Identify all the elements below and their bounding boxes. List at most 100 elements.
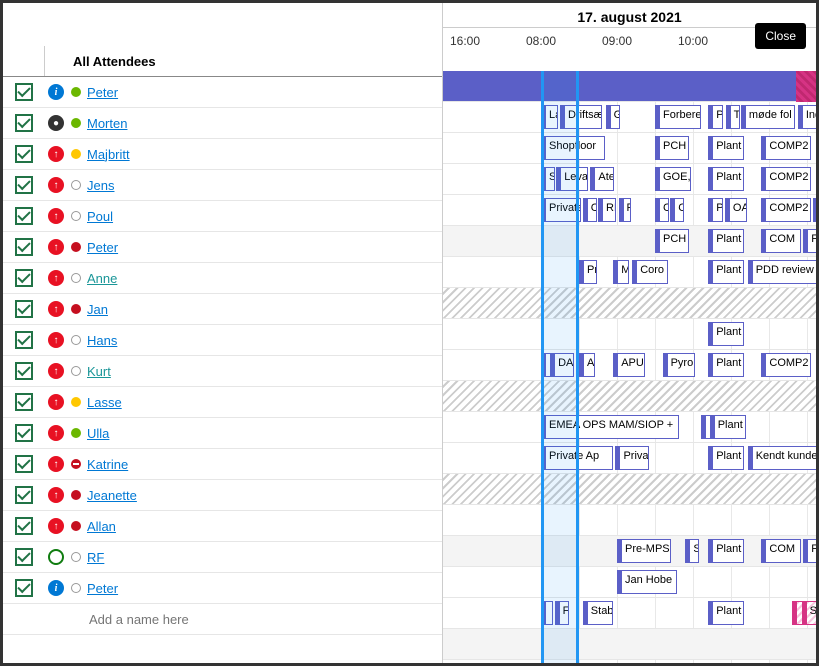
calendar-event[interactable]: COMP2 bbox=[761, 353, 811, 377]
attendee-link[interactable]: Hans bbox=[87, 333, 117, 348]
attendee-name[interactable]: Allan bbox=[85, 519, 442, 534]
calendar-event[interactable] bbox=[813, 198, 816, 222]
calendar-event[interactable]: Driftsæri bbox=[560, 105, 602, 129]
calendar-event[interactable]: Frol bbox=[803, 229, 816, 253]
calendar-event[interactable]: Plant bbox=[708, 322, 744, 346]
timeline-row[interactable] bbox=[443, 629, 816, 660]
calendar-event[interactable]: M bbox=[613, 260, 629, 284]
attendee-row[interactable]: ↑Lasse bbox=[3, 387, 442, 418]
calendar-event[interactable]: Pl bbox=[708, 105, 723, 129]
attendee-name[interactable]: Poul bbox=[85, 209, 442, 224]
calendar-event[interactable]: Coro bbox=[632, 260, 668, 284]
attendee-name[interactable]: RF bbox=[85, 550, 442, 565]
attendee-link[interactable]: Lasse bbox=[87, 395, 122, 410]
timeline-row[interactable]: EMEA OPS MAM/SIOP + Plant bbox=[443, 412, 816, 443]
calendar-event[interactable]: Plant bbox=[708, 601, 744, 625]
attendee-checkbox[interactable] bbox=[3, 300, 45, 318]
timeline-row[interactable] bbox=[443, 381, 816, 412]
attendee-link[interactable]: Jens bbox=[87, 178, 114, 193]
attendee-checkbox[interactable] bbox=[3, 486, 45, 504]
calendar-event[interactable]: Forbere bbox=[655, 105, 701, 129]
attendee-name[interactable]: Kurt bbox=[85, 364, 442, 379]
calendar-event[interactable]: Plant bbox=[710, 415, 746, 439]
calendar-event[interactable]: Ti bbox=[726, 105, 740, 129]
calendar-event[interactable]: PDD review bbox=[748, 260, 816, 284]
calendar-event[interactable]: Plant bbox=[708, 136, 744, 160]
attendee-name[interactable]: Katrine bbox=[85, 457, 442, 472]
attendee-link[interactable]: RF bbox=[87, 550, 104, 565]
calendar-event[interactable]: Pl bbox=[708, 198, 723, 222]
calendar-event[interactable]: DA bbox=[550, 353, 574, 377]
calendar-event[interactable]: Private Ap bbox=[541, 446, 613, 470]
timeline-row[interactable]: DAAAPUPyroPlantCOMP2 bbox=[443, 350, 816, 381]
timeline-row[interactable]: Private ApPrivaPlantKendt kunde bbox=[443, 443, 816, 474]
attendee-name[interactable]: Lasse bbox=[85, 395, 442, 410]
calendar-event[interactable]: Sky bbox=[802, 601, 816, 625]
attendee-name[interactable]: Peter bbox=[85, 240, 442, 255]
calendar-event[interactable]: F bbox=[555, 601, 569, 625]
calendar-event[interactable]: COMP2 bbox=[761, 198, 811, 222]
attendee-link[interactable]: Jeanette bbox=[87, 488, 137, 503]
calendar-event[interactable]: Indl bbox=[798, 105, 816, 129]
timeline-row[interactable]: LægPrivateCRFRCCPlOACOMP2 bbox=[443, 195, 816, 226]
attendee-checkbox[interactable] bbox=[3, 424, 45, 442]
attendee-checkbox[interactable] bbox=[3, 548, 45, 566]
calendar-event[interactable]: Shopfloor bbox=[541, 136, 605, 160]
attendee-link[interactable]: Peter bbox=[87, 85, 118, 100]
timeline-row[interactable] bbox=[443, 474, 816, 505]
timeline-row[interactable]: SLevarAteGOE,PlantCOMP2 bbox=[443, 164, 816, 195]
timeline-row[interactable]: Pre-MPSSPlantCOMFrol bbox=[443, 536, 816, 567]
attendee-row[interactable]: ↑Peter bbox=[3, 232, 442, 263]
attendee-row[interactable]: ↑Ulla bbox=[3, 418, 442, 449]
calendar-event[interactable]: La bbox=[541, 105, 558, 129]
calendar-event[interactable]: Jan Hobe bbox=[617, 570, 677, 594]
calendar-event[interactable]: G bbox=[606, 105, 620, 129]
calendar-event[interactable]: møde fol bbox=[741, 105, 795, 129]
attendee-checkbox[interactable] bbox=[3, 362, 45, 380]
calendar-event[interactable]: EMEA OPS MAM/SIOP + bbox=[541, 415, 679, 439]
calendar-event[interactable]: S bbox=[541, 167, 555, 191]
attendee-link[interactable]: Katrine bbox=[87, 457, 128, 472]
attendee-row[interactable]: iPeter bbox=[3, 573, 442, 604]
attendee-link[interactable]: Poul bbox=[87, 209, 113, 224]
calendar-event[interactable]: Plant bbox=[708, 229, 744, 253]
calendar-event[interactable]: COM bbox=[761, 229, 801, 253]
attendee-row[interactable]: ↑Allan bbox=[3, 511, 442, 542]
timeline-row[interactable]: te ApShopfloorPCHPlantCOMP2 bbox=[443, 133, 816, 164]
attendee-name[interactable]: Ulla bbox=[85, 426, 442, 441]
calendar-event[interactable]: C bbox=[583, 198, 597, 222]
calendar-event[interactable]: COM bbox=[761, 539, 801, 563]
add-attendee-row[interactable] bbox=[3, 604, 442, 635]
calendar-event[interactable]: Plant bbox=[708, 446, 744, 470]
attendee-link[interactable]: Peter bbox=[87, 581, 118, 596]
calendar-event[interactable] bbox=[541, 601, 553, 625]
calendar-event[interactable]: Pyro bbox=[663, 353, 695, 377]
calendar-event[interactable]: Kendt kunde bbox=[748, 446, 816, 470]
calendar-event[interactable]: Ate bbox=[590, 167, 614, 191]
timeline-body[interactable]: kusereLaDriftsæriGForberePlTimøde folInd… bbox=[443, 71, 816, 663]
calendar-event[interactable]: Levar bbox=[556, 167, 588, 191]
attendee-row[interactable]: ↑Majbritt bbox=[3, 139, 442, 170]
attendee-name[interactable]: Peter bbox=[85, 85, 442, 100]
attendee-row[interactable]: ↑Jan bbox=[3, 294, 442, 325]
timeline-row[interactable]: PrMCoroPlantPDD review bbox=[443, 257, 816, 288]
attendee-link[interactable]: Kurt bbox=[87, 364, 111, 379]
timeline-row[interactable] bbox=[443, 288, 816, 319]
attendee-row[interactable]: ↑Jens bbox=[3, 170, 442, 201]
calendar-event[interactable]: PCH bbox=[655, 229, 689, 253]
attendee-row[interactable]: ↑Kurt bbox=[3, 356, 442, 387]
calendar-event[interactable]: R bbox=[619, 198, 631, 222]
timeline-row[interactable]: Plant bbox=[443, 319, 816, 350]
attendee-row[interactable]: ↑Poul bbox=[3, 201, 442, 232]
attendee-name[interactable]: Anne bbox=[85, 271, 442, 286]
timeline-row[interactable]: kusereLaDriftsæriGForberePlTimøde folInd… bbox=[443, 102, 816, 133]
calendar-event[interactable]: S bbox=[685, 539, 699, 563]
calendar-event[interactable]: OA bbox=[725, 198, 747, 222]
timeline-row[interactable] bbox=[443, 505, 816, 536]
add-attendee-input[interactable] bbox=[87, 610, 442, 629]
calendar-event[interactable]: GOE, bbox=[655, 167, 691, 191]
attendee-link[interactable]: Majbritt bbox=[87, 147, 130, 162]
attendee-link[interactable]: Allan bbox=[87, 519, 116, 534]
calendar-event[interactable]: Plant bbox=[708, 539, 744, 563]
attendee-checkbox[interactable] bbox=[3, 269, 45, 287]
